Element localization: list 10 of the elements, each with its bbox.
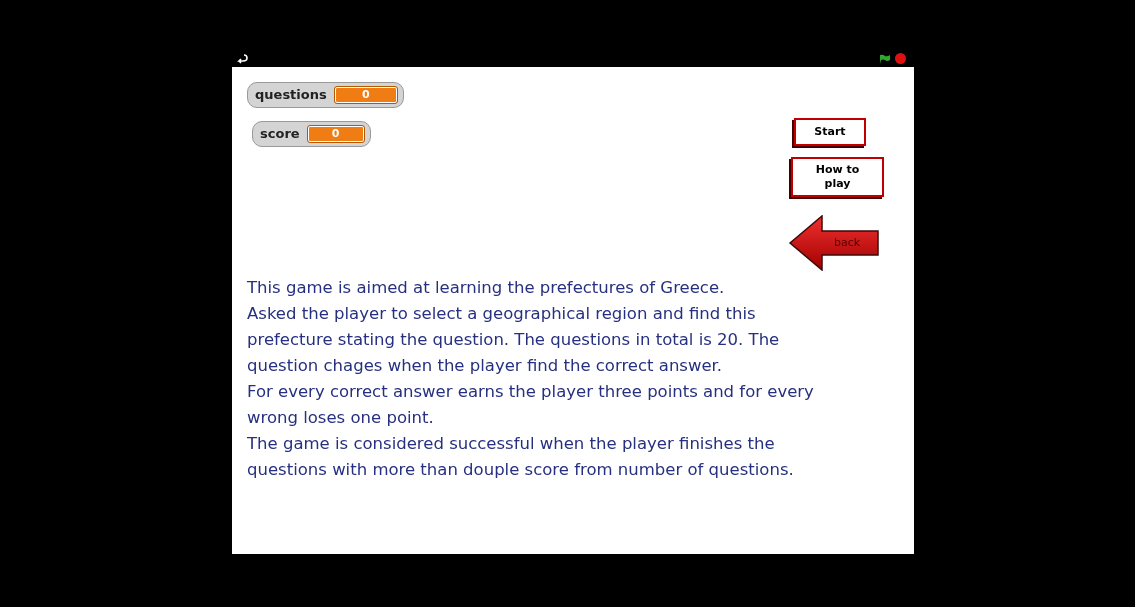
menu-button[interactable]: How to play [791, 157, 884, 197]
return-arrow-icon[interactable] [236, 53, 248, 64]
flag-icon[interactable] [879, 53, 891, 64]
monitor-label: score [260, 125, 300, 144]
menu-button[interactable]: Start [794, 118, 866, 146]
instructions-text: This game is aimed at learning the prefectures of Greece. Asked the player to select a geographical region and find this prefecture stating the question. The questions in total is 20. The question chages when the player find the correct answer. For every correct answer earns the player three points and for every wrong loses one point. The game is considered successful when the player finishes the questions with more than douple score from number of questions. [247, 277, 814, 481]
stop-icon[interactable] [895, 53, 906, 64]
monitor-label: questions [255, 86, 327, 105]
monitor-value: 0 [334, 87, 397, 103]
monitor-value: 0 [307, 126, 364, 142]
